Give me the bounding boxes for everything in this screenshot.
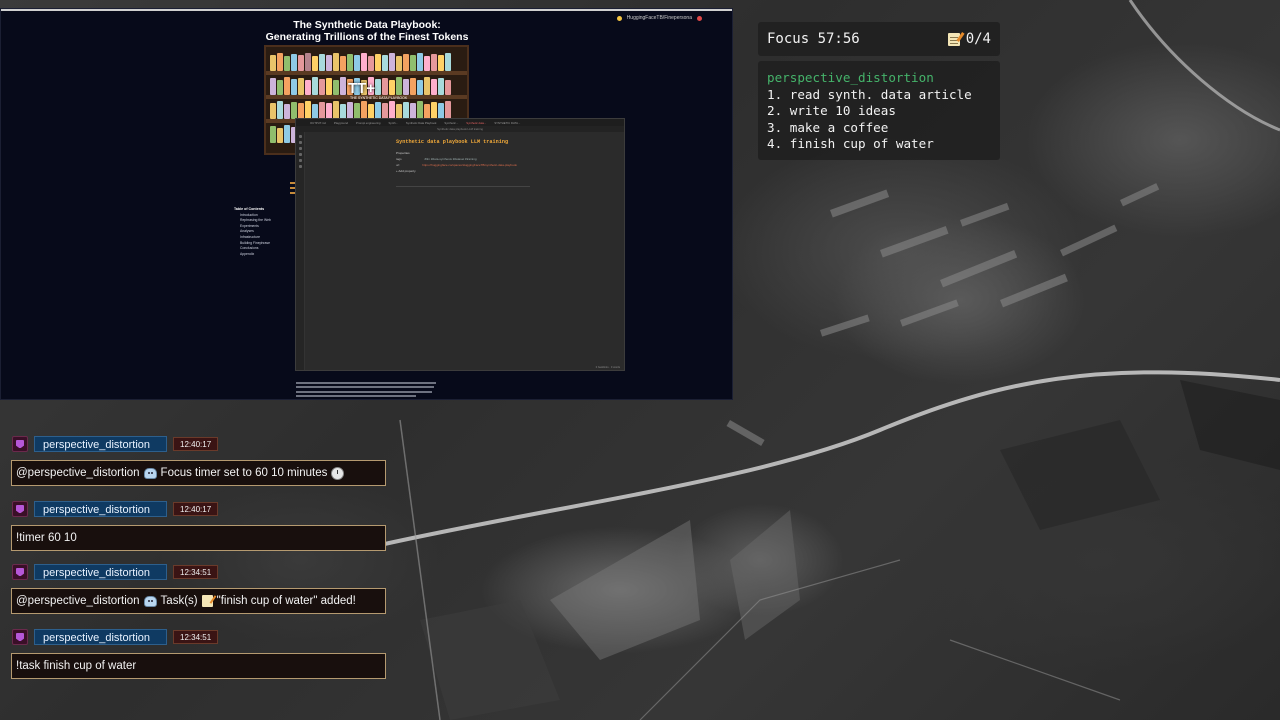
chat-username: perspective_distortion [34, 629, 167, 645]
hf-logo-icon [616, 15, 622, 21]
divider [396, 186, 530, 187]
chat-username: perspective_distortion [34, 436, 167, 452]
editor-tab-active[interactable]: Synthetic data... [466, 121, 486, 125]
chat-message: !task finish cup of water [11, 653, 386, 679]
chat-badge-icon [12, 564, 28, 580]
article-title: The Synthetic Data Playbook: Generating … [263, 19, 471, 43]
editor-tab[interactable]: Prompt engineering [356, 121, 380, 125]
property-url[interactable]: https://huggingface.co/spaces/HuggingFac… [422, 162, 517, 168]
calendar-icon[interactable] [298, 159, 302, 162]
hero-logo: TT+ [348, 80, 376, 97]
task-count: 0/4 [965, 31, 991, 47]
chat-message: @perspective_distortion Focus timer set … [11, 460, 386, 486]
hf-tab-label: HuggingFaceTB/Finepersona [626, 15, 692, 21]
memo-icon [201, 595, 213, 607]
article-body-text [296, 379, 446, 399]
chat-text: "finish cup of water" added! [216, 595, 356, 607]
editor-tab[interactable]: Synthetic... [444, 121, 458, 125]
editor-path: Synthetic data playbook LLM training [296, 126, 624, 132]
chat-text: Focus timer set to 60 10 minutes [160, 467, 328, 479]
chat-timestamp: 12:40:17 [173, 437, 219, 451]
task-item: 3. make a coffee [767, 119, 889, 135]
editor-ribbon [296, 132, 305, 370]
hero-subtitle: THE SYNTHETIC DATA PLAYBOOK [350, 96, 408, 100]
chat-timestamp: 12:34:51 [173, 565, 219, 579]
chat-mention: @perspective_distortion [16, 595, 140, 607]
chat-message-header: perspective_distortion 12:34:51 [12, 564, 219, 580]
editor-tab-bar: OUTPUT.md Playground Prompt engineering … [296, 119, 624, 126]
timer-clock-icon [331, 466, 345, 480]
note-title[interactable]: Synthetic data playbook LLM training [396, 139, 508, 145]
robot-icon [143, 595, 157, 607]
editor-tab[interactable]: SYNTHETIC DATA... [494, 121, 520, 125]
task-counter: 0/4 [947, 31, 991, 47]
task-item: 1. read synth. data article [767, 86, 972, 102]
chat-timestamp: 12:34:51 [173, 630, 219, 644]
property-key: tags [396, 157, 402, 161]
focus-timer-label: Focus 57:56 [767, 31, 860, 47]
chat-timestamp: 12:40:17 [173, 502, 219, 516]
notes-editor-window: OUTPUT.md Playground Prompt engineering … [295, 118, 625, 371]
chat-text: Task(s) [160, 595, 198, 607]
chat-message-header: perspective_distortion 12:40:17 [12, 501, 219, 517]
task-list-widget: perspective_distortion 1. read synth. da… [758, 61, 1000, 160]
record-icon [697, 15, 702, 21]
memo-icon [947, 32, 960, 46]
chat-text: !timer 60 10 [16, 532, 77, 544]
toc-item[interactable]: Appendix [234, 252, 271, 258]
chat-badge-icon [12, 501, 28, 517]
add-property-button[interactable]: + Add property [396, 168, 517, 174]
files-icon[interactable] [298, 135, 302, 138]
browser-top-bar [1, 9, 732, 11]
editor-tab[interactable]: Synth... [388, 121, 397, 125]
chat-text: !task finish cup of water [16, 660, 137, 672]
settings-icon[interactable] [298, 165, 302, 168]
shelf-row [270, 99, 463, 119]
chat-mention: @perspective_distortion [16, 467, 140, 479]
article-title-line2: Generating Trillions of the Finest Token… [265, 31, 469, 43]
editor-tab[interactable]: OUTPUT.md [310, 121, 326, 125]
editor-tab[interactable]: Playground [334, 121, 348, 125]
note-properties: Properties tags #llm #data-synthesis #da… [396, 150, 517, 174]
task-item: 4. finish cup of water [767, 136, 934, 151]
graph-icon[interactable] [298, 153, 302, 156]
hf-account-pill[interactable]: HuggingFaceTB/Finepersona [616, 15, 702, 21]
task-item: 2. write 10 ideas [767, 103, 896, 118]
task-list-username: perspective_distortion [767, 70, 934, 85]
chat-username: perspective_distortion [34, 501, 167, 517]
toc-item[interactable]: Rephrasing the Web [234, 218, 271, 224]
bookmark-icon[interactable] [298, 147, 302, 150]
shelf-row [270, 51, 463, 71]
chat-message: @perspective_distortion Task(s) "finish … [11, 588, 386, 614]
chat-message-header: perspective_distortion 12:34:51 [12, 629, 219, 645]
property-key: url [396, 163, 400, 167]
focus-timer-widget: Focus 57:56 0/4 [758, 22, 1000, 56]
table-of-contents: Table of Contents Introduction Rephrasin… [234, 207, 271, 257]
article-title-line1: The Synthetic Data Playbook: [293, 19, 441, 31]
chat-badge-icon [12, 629, 28, 645]
chat-message-header: perspective_distortion 12:40:17 [12, 436, 219, 452]
chat-badge-icon [12, 436, 28, 452]
toc-heading: Table of Contents [234, 207, 265, 211]
chat-message: !timer 60 10 [11, 525, 386, 551]
chat-username: perspective_distortion [34, 564, 167, 580]
robot-icon [143, 467, 157, 479]
search-icon[interactable] [298, 141, 302, 144]
editor-status-bar: 0 backlinks · 0 words [595, 366, 620, 369]
editor-tab[interactable]: Synthetic Data Playbook [406, 121, 436, 125]
